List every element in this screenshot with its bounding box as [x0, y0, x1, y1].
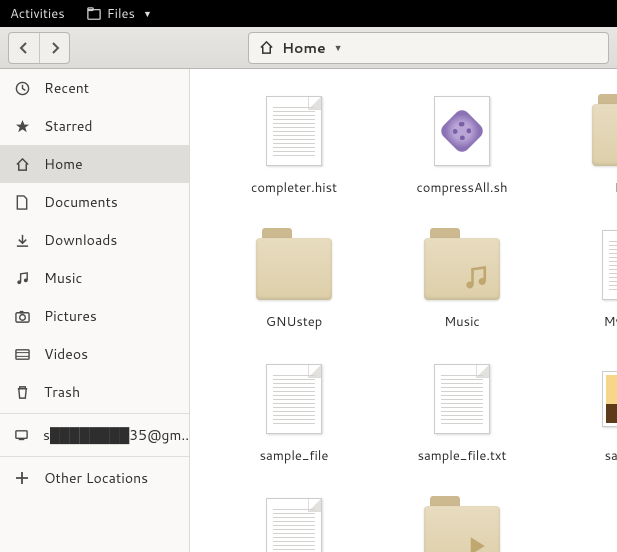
folder-icon	[592, 91, 617, 171]
doc-icon	[256, 91, 332, 171]
file-item[interactable]: sample_file.txt	[382, 359, 542, 493]
chevron-down-icon: ▼	[334, 41, 343, 54]
file-item[interactable]: Desk	[550, 91, 617, 225]
file-label: MyTextF	[604, 313, 617, 331]
sidebar-item-downloads[interactable]: Downloads	[0, 221, 189, 259]
doc-icon	[256, 359, 332, 439]
sidebar-item-label: Music	[44, 268, 82, 288]
file-label: sample_file	[260, 447, 329, 465]
sidebar-other-label: Other Locations	[44, 468, 148, 488]
path-label: Home	[282, 38, 326, 58]
file-label: sample_file.txt	[418, 447, 507, 465]
activities-button[interactable]: Activities	[10, 5, 65, 23]
camera-icon	[14, 309, 30, 324]
file-label: GNUstep	[266, 313, 323, 331]
sidebar-item-label: Home	[44, 154, 83, 174]
file-item[interactable]	[214, 493, 374, 552]
trash-icon	[14, 385, 30, 400]
clock-icon	[14, 81, 30, 96]
sidebar: Recent Starred Home Documents Downloads Music…	[0, 69, 190, 552]
folder-icon	[424, 225, 500, 305]
sidebar-item-label: Starred	[44, 116, 93, 136]
doc-icon	[592, 225, 617, 305]
file-item[interactable]	[382, 493, 542, 552]
home-icon	[259, 40, 274, 55]
folder-icon	[256, 225, 332, 305]
sidebar-item-label: Trash	[44, 382, 80, 402]
video-icon	[14, 347, 30, 362]
forward-button[interactable]	[39, 33, 69, 63]
file-grid[interactable]: completer.hist compressAll.sh Desk GNUstep M…	[190, 69, 617, 552]
image-icon	[592, 359, 617, 439]
separator	[0, 413, 189, 414]
document-icon	[14, 195, 30, 210]
back-button[interactable]	[9, 33, 39, 63]
file-label: completer.hist	[251, 179, 337, 197]
sidebar-item-recent[interactable]: Recent	[0, 69, 189, 107]
script-icon	[424, 91, 500, 171]
sidebar-account-label: s████████35@gm…	[43, 425, 193, 445]
home-icon	[14, 157, 30, 172]
file-item[interactable]: GNUstep	[214, 225, 374, 359]
sidebar-item-label: Videos	[44, 344, 88, 364]
sidebar-item-trash[interactable]: Trash	[0, 373, 189, 411]
sidebar-item-label: Downloads	[44, 230, 117, 250]
folder-icon	[424, 493, 500, 552]
chevron-down-icon: ▼	[143, 7, 152, 20]
sidebar-item-starred[interactable]: Starred	[0, 107, 189, 145]
sidebar-item-label: Pictures	[44, 306, 97, 326]
file-item[interactable]: MyTextF	[550, 225, 617, 359]
sidebar-item-music[interactable]: Music	[0, 259, 189, 297]
app-menu[interactable]: Files ▼	[87, 5, 152, 23]
chevron-left-icon	[18, 42, 30, 54]
sidebar-other-locations[interactable]: Other Locations	[0, 459, 189, 497]
sidebar-item-videos[interactable]: Videos	[0, 335, 189, 373]
account-icon	[14, 428, 29, 443]
path-bar[interactable]: Home ▼	[248, 32, 609, 64]
sidebar-item-home[interactable]: Home	[0, 145, 189, 183]
sidebar-item-documents[interactable]: Documents	[0, 183, 189, 221]
doc-icon	[424, 359, 500, 439]
file-item[interactable]: completer.hist	[214, 91, 374, 225]
file-item[interactable]: samplefi	[550, 359, 617, 493]
sidebar-item-label: Recent	[44, 78, 89, 98]
files-app-icon	[87, 7, 101, 21]
file-item[interactable]: Music	[382, 225, 542, 359]
file-item[interactable]: compressAll.sh	[382, 91, 542, 225]
gnome-topbar: Activities Files ▼	[0, 0, 617, 27]
nav-buttons	[8, 32, 70, 64]
app-menu-label: Files	[107, 5, 135, 23]
toolbar: Home ▼	[0, 27, 617, 69]
sidebar-item-pictures[interactable]: Pictures	[0, 297, 189, 335]
plus-icon	[14, 471, 30, 485]
sidebar-account[interactable]: s████████35@gm…	[0, 416, 189, 454]
sidebar-item-label: Documents	[44, 192, 118, 212]
music-icon	[14, 271, 30, 286]
chevron-right-icon	[49, 42, 61, 54]
file-label: compressAll.sh	[416, 179, 507, 197]
separator	[0, 456, 189, 457]
file-label: samplefi	[605, 447, 617, 465]
download-icon	[14, 233, 30, 248]
file-item[interactable]: sample_file	[214, 359, 374, 493]
star-icon	[14, 119, 30, 134]
doc-icon	[256, 493, 332, 552]
file-label: Music	[444, 313, 480, 331]
